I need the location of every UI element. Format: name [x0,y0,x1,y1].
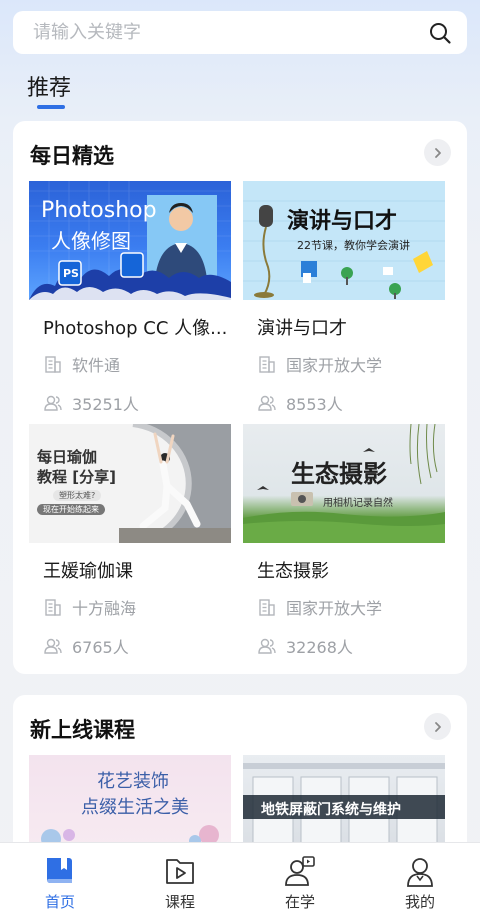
course-card[interactable]: 演讲与口才 22节课，教你学会演讲 演讲与口才 国家开放大学 8553人 [243,181,445,415]
chevron-right-icon [434,147,441,158]
thumbnail-tag: 塑形太难? [53,490,102,501]
more-button[interactable] [424,713,451,740]
course-org-name: 国家开放大学 [286,599,383,618]
tab-profile-label: 我的 [404,893,435,911]
course-org: 国家开放大学 [243,352,445,376]
search-bar[interactable] [13,11,467,54]
course-learner-count: 32268人 [286,638,353,657]
thumbnail-text: 花艺装饰 [97,771,169,792]
course-title: Photoshop CC 人像... [43,318,228,339]
tab-course[interactable]: 课程 [120,843,240,917]
tab-active-indicator [37,105,65,109]
building-icon [43,354,63,374]
course-learners: 8553人 [243,391,445,415]
daily-picks-section: 每日精选 Photoshop 人像修图 PS Photoshop CC 人像..… [13,121,467,674]
tab-profile[interactable]: 我的 [360,843,480,917]
thumbnail-text: 点缀生活之美 [81,797,189,818]
thumbnail-text: 生态摄影 [291,459,387,488]
course-card[interactable]: 生态摄影 用相机记录自然 生态摄影 国家开放大学 32268人 [243,424,445,658]
section-title: 新上线课程 [30,718,135,742]
thumbnail-tag: 现在开始练起来 [37,504,105,515]
course-learner-count: 8553人 [286,395,343,414]
people-icon [257,393,277,413]
course-org: 十方融海 [29,595,231,619]
learning-person-icon [282,853,318,889]
bottom-tab-bar: 首页 课程 在学 我的 [0,842,480,917]
people-icon [257,636,277,656]
course-org-name: 十方融海 [72,599,137,618]
course-card[interactable]: 每日瑜伽 教程 [分享] 塑形太难? 现在开始练起来 王媛瑜伽课 十方融海 67… [29,424,231,658]
section-title: 每日精选 [30,144,114,168]
tab-learning-label: 在学 [284,893,315,911]
course-title: 演讲与口才 [257,318,347,339]
course-title: 生态摄影 [257,561,329,582]
search-input[interactable] [33,22,427,43]
building-icon [257,354,277,374]
course-learner-count: 35251人 [72,395,139,414]
tab-home[interactable]: 首页 [0,843,120,917]
building-icon [43,597,63,617]
course-play-icon [162,853,198,889]
course-org: 国家开放大学 [243,595,445,619]
thumbnail-text: 演讲与口才 [287,209,398,234]
course-learners: 35251人 [29,391,231,415]
more-button[interactable] [424,139,451,166]
course-title: 王媛瑜伽课 [43,561,133,582]
chevron-right-icon [434,721,441,732]
thumbnail-text: Photoshop [41,198,157,223]
tab-recommend[interactable]: 推荐 [27,70,72,109]
building-icon [257,597,277,617]
thumbnail-text: 用相机记录自然 [323,498,393,509]
course-thumbnail: Photoshop 人像修图 PS [29,181,231,300]
search-icon[interactable] [427,20,453,46]
tab-recommend-label: 推荐 [27,76,72,101]
thumbnail-text: 每日瑜伽 [37,448,98,466]
course-org: 软件通 [29,352,231,376]
tab-course-label: 课程 [164,893,195,911]
tab-learning[interactable]: 在学 [240,843,360,917]
thumbnail-text: 地铁屏蔽门系统与维护 [261,802,401,818]
people-icon [43,393,63,413]
people-icon [43,636,63,656]
thumbnail-text: 人像修图 [51,229,131,253]
course-thumbnail: 生态摄影 用相机记录自然 [243,424,445,543]
course-learners: 32268人 [243,634,445,658]
course-learners: 6765人 [29,634,231,658]
thumbnail-text: 教程 [分享] [37,468,116,486]
course-org-name: 软件通 [72,356,121,375]
course-thumbnail: 演讲与口才 22节课，教你学会演讲 [243,181,445,300]
tab-home-label: 首页 [44,893,75,911]
course-thumbnail: 每日瑜伽 教程 [分享] 塑形太难? 现在开始练起来 [29,424,231,543]
thumbnail-badge: PS [63,267,79,280]
home-book-icon [42,853,78,889]
course-card[interactable]: Photoshop 人像修图 PS Photoshop CC 人像... 软件通… [29,181,231,415]
new-courses-section: 新上线课程 花艺装饰 点缀生活之美 地铁屏蔽门系统与维护 [13,695,467,874]
profile-person-icon [402,853,438,889]
course-learner-count: 6765人 [72,638,129,657]
course-org-name: 国家开放大学 [286,356,383,375]
thumbnail-text: 22节课，教你学会演讲 [297,239,410,252]
